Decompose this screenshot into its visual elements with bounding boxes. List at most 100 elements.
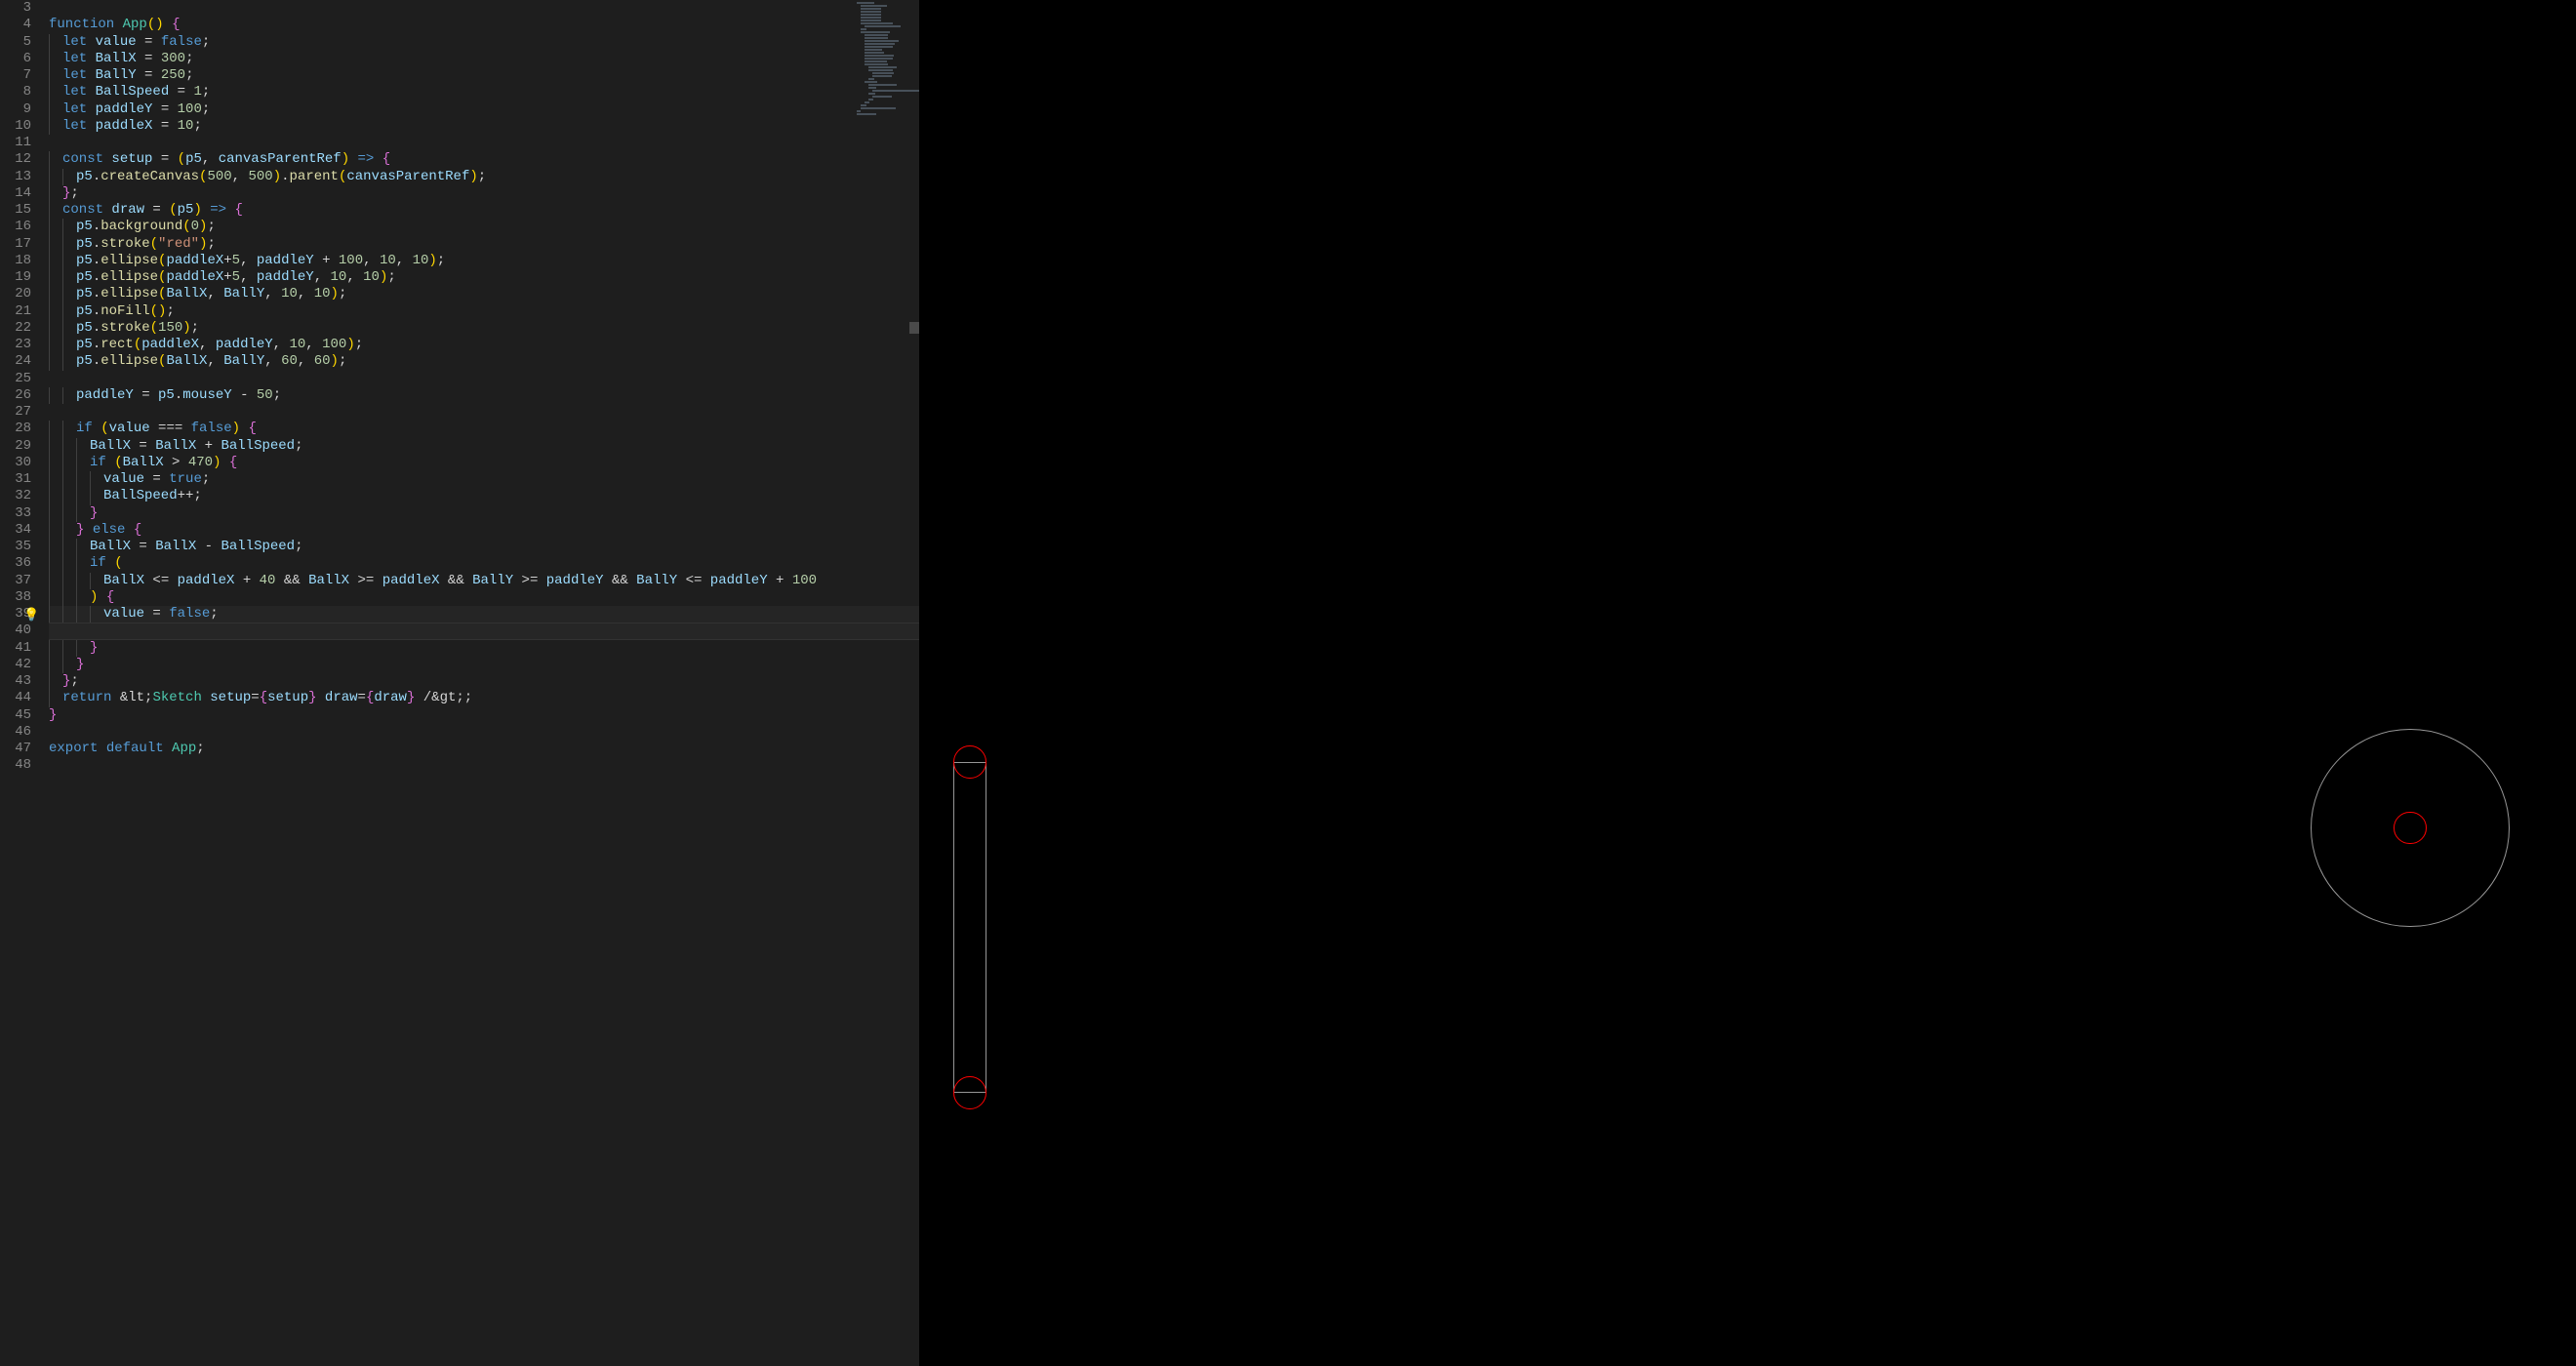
- line-number: 29: [0, 438, 49, 455]
- code-line[interactable]: }: [49, 640, 919, 657]
- line-number: 7: [0, 67, 49, 84]
- line-number: 43: [0, 673, 49, 690]
- p5-canvas[interactable]: [920, 0, 2576, 1366]
- code-line[interactable]: if (value === false) {: [49, 421, 919, 437]
- code-line[interactable]: export default App;: [49, 741, 919, 757]
- code-line[interactable]: p5.stroke(150);: [49, 320, 919, 337]
- code-area[interactable]: function App() {let value = false;let Ba…: [49, 0, 919, 1366]
- editor-scrollbar-thumb[interactable]: [909, 322, 919, 334]
- line-number: 18: [0, 253, 49, 269]
- code-line[interactable]: };: [49, 673, 919, 690]
- code-line[interactable]: p5.ellipse(paddleX+5, paddleY, 10, 10);: [49, 269, 919, 286]
- code-line[interactable]: [49, 623, 919, 639]
- code-line[interactable]: value = false;💡: [49, 606, 919, 623]
- preview-pane: [919, 0, 2576, 1366]
- code-line[interactable]: if (BallX > 470) {: [49, 455, 919, 471]
- code-line[interactable]: let value = false;: [49, 34, 919, 51]
- code-line[interactable]: };: [49, 185, 919, 202]
- line-number: 45: [0, 707, 49, 724]
- code-editor-pane[interactable]: 3456789101112131415161718192021222324252…: [0, 0, 919, 1366]
- line-number: 30: [0, 455, 49, 471]
- line-number: 8: [0, 84, 49, 100]
- code-line[interactable]: }: [49, 505, 919, 522]
- line-number: 14: [0, 185, 49, 202]
- code-line[interactable]: p5.noFill();: [49, 303, 919, 320]
- line-number: 20: [0, 286, 49, 302]
- code-line[interactable]: [49, 135, 919, 151]
- code-line[interactable]: [49, 404, 919, 421]
- code-line[interactable]: paddleY = p5.mouseY - 50;: [49, 387, 919, 404]
- line-number: 31: [0, 471, 49, 488]
- line-number: 3: [0, 0, 49, 17]
- line-number: 15: [0, 202, 49, 219]
- code-line[interactable]: let paddleY = 100;: [49, 101, 919, 118]
- line-number: 27: [0, 404, 49, 421]
- line-number: 13: [0, 169, 49, 185]
- line-number: 23: [0, 337, 49, 353]
- code-line[interactable]: p5.rect(paddleX, paddleY, 10, 100);: [49, 337, 919, 353]
- code-line[interactable]: [49, 0, 919, 17]
- paddle-rect: [953, 762, 986, 1093]
- line-number: 48: [0, 757, 49, 774]
- code-line[interactable]: p5.ellipse(BallX, BallY, 10, 10);: [49, 286, 919, 302]
- code-line[interactable]: [49, 371, 919, 387]
- line-number: 21: [0, 303, 49, 320]
- line-number: 34: [0, 522, 49, 539]
- line-number: 36: [0, 555, 49, 572]
- line-number: 42: [0, 657, 49, 673]
- line-number: 9: [0, 101, 49, 118]
- code-line[interactable]: } else {: [49, 522, 919, 539]
- line-number: 22: [0, 320, 49, 337]
- code-line[interactable]: let BallSpeed = 1;: [49, 84, 919, 100]
- line-number: 17: [0, 236, 49, 253]
- code-line[interactable]: BallSpeed++;: [49, 488, 919, 504]
- line-number: 33: [0, 505, 49, 522]
- code-line[interactable]: const setup = (p5, canvasParentRef) => {: [49, 151, 919, 168]
- code-line[interactable]: value = true;: [49, 471, 919, 488]
- code-line[interactable]: BallX = BallX - BallSpeed;: [49, 539, 919, 555]
- line-number: 12: [0, 151, 49, 168]
- line-number: 38: [0, 589, 49, 606]
- code-line[interactable]: }: [49, 657, 919, 673]
- code-line[interactable]: return &lt;Sketch setup={setup} draw={dr…: [49, 690, 919, 706]
- code-line[interactable]: let BallX = 300;: [49, 51, 919, 67]
- line-number: 24: [0, 353, 49, 370]
- line-number: 46: [0, 724, 49, 741]
- canvas-container: [920, 0, 2576, 1366]
- line-number: 6: [0, 51, 49, 67]
- code-line[interactable]: if (: [49, 555, 919, 572]
- code-line[interactable]: p5.createCanvas(500, 500).parent(canvasP…: [49, 169, 919, 185]
- line-number: 41: [0, 640, 49, 657]
- lightbulb-icon[interactable]: 💡: [23, 607, 39, 623]
- app-root: 3456789101112131415161718192021222324252…: [0, 0, 2576, 1366]
- line-number: 35: [0, 539, 49, 555]
- paddle-top-dot: [953, 745, 986, 779]
- code-line[interactable]: ) {: [49, 589, 919, 606]
- code-line[interactable]: let paddleX = 10;: [49, 118, 919, 135]
- line-number: 5: [0, 34, 49, 51]
- code-line[interactable]: [49, 757, 919, 774]
- code-line[interactable]: [49, 724, 919, 741]
- code-line[interactable]: p5.stroke("red");: [49, 236, 919, 253]
- line-number: 26: [0, 387, 49, 404]
- line-number: 11: [0, 135, 49, 151]
- code-line[interactable]: BallX = BallX + BallSpeed;: [49, 438, 919, 455]
- line-number: 47: [0, 741, 49, 757]
- line-number-gutter: 3456789101112131415161718192021222324252…: [0, 0, 49, 1366]
- code-line[interactable]: p5.ellipse(BallX, BallY, 60, 60);: [49, 353, 919, 370]
- code-line[interactable]: const draw = (p5) => {: [49, 202, 919, 219]
- line-number: 32: [0, 488, 49, 504]
- code-line[interactable]: function App() {: [49, 17, 919, 33]
- code-line[interactable]: p5.background(0);: [49, 219, 919, 235]
- line-number: 40: [0, 623, 49, 639]
- line-number: 4: [0, 17, 49, 33]
- line-number: 19: [0, 269, 49, 286]
- code-line[interactable]: p5.ellipse(paddleX+5, paddleY + 100, 10,…: [49, 253, 919, 269]
- line-number: 28: [0, 421, 49, 437]
- code-line[interactable]: }: [49, 707, 919, 724]
- line-number: 37: [0, 573, 49, 589]
- code-line[interactable]: let BallY = 250;: [49, 67, 919, 84]
- code-line[interactable]: BallX <= paddleX + 40 && BallX >= paddle…: [49, 573, 919, 589]
- line-number: 25: [0, 371, 49, 387]
- line-number: 44: [0, 690, 49, 706]
